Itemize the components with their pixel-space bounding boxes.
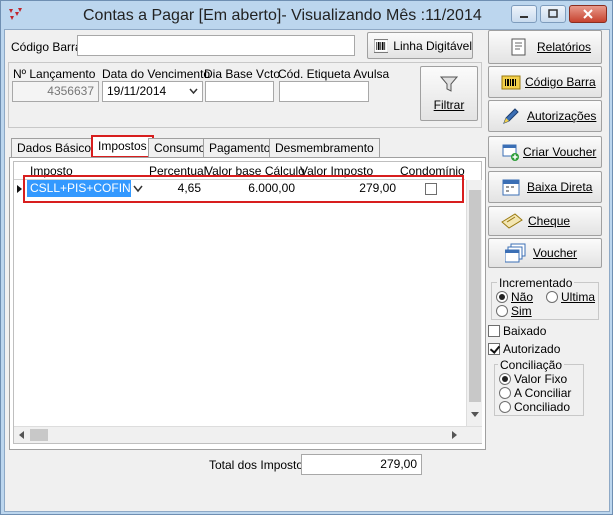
tab-desmembramento[interactable]: Desmembramento	[269, 138, 380, 158]
funnel-icon	[440, 76, 458, 92]
valor-fixo-label: Valor Fixo	[514, 372, 568, 386]
app-logo-icon	[9, 8, 22, 20]
title-bar[interactable]: Contas a Pagar [Em aberto]- Visualizando…	[1, 1, 612, 29]
voucher-icon	[505, 243, 526, 263]
radio-sim[interactable]	[496, 305, 508, 317]
incrementado-nao-radio[interactable]: Não	[496, 290, 533, 304]
tab-consumo[interactable]: Consumo	[148, 138, 212, 158]
dia-base-label: Dia Base Vcto	[204, 67, 281, 81]
autorizado-checkbox[interactable]: Autorizado	[488, 342, 560, 356]
vertical-scrollbar[interactable]	[466, 180, 482, 426]
vencimento-date-picker[interactable]: 19/11/2014	[102, 81, 203, 102]
conciliado-label: Conciliado	[514, 400, 571, 414]
etiqueta-label: Cód. Etiqueta Avulsa	[278, 67, 390, 81]
nao-label: Não	[511, 290, 534, 304]
etiqueta-input[interactable]	[279, 81, 369, 102]
baixado-check-box[interactable]	[488, 325, 500, 337]
radio-a-conciliar[interactable]	[499, 387, 511, 399]
tab-dados-basicos[interactable]: Dados Básicos	[11, 138, 104, 158]
conciliacao-valor-fixo-radio[interactable]: Valor Fixo	[499, 372, 567, 386]
barcode-icon	[374, 38, 389, 53]
autorizacoes-button[interactable]: Autorizações	[488, 100, 602, 132]
vencimento-value: 19/11/2014	[107, 84, 167, 98]
incrementado-label: Incrementado	[497, 276, 575, 290]
close-icon	[583, 9, 593, 19]
a-conciliar-label: A Conciliar	[514, 386, 572, 400]
condominio-check-box[interactable]	[425, 183, 437, 195]
vencimento-label: Data do Vencimento	[102, 67, 211, 81]
baixado-label: Baixado	[503, 324, 547, 338]
total-impostos-label: Total dos Impostos	[209, 458, 310, 472]
tab-pagamento[interactable]: Pagamento	[203, 138, 277, 158]
criar-voucher-button[interactable]: Criar Voucher	[488, 136, 602, 168]
pen-icon	[503, 108, 519, 124]
baixa-direta-label: Baixa Direta	[527, 180, 593, 194]
scroll-left-icon[interactable]	[18, 431, 24, 439]
condominio-checkbox[interactable]	[425, 182, 440, 196]
main-window: Contas a Pagar [Em aberto]- Visualizando…	[0, 0, 613, 515]
chevron-down-icon	[189, 88, 198, 95]
codigo-barra-btn-label: Código Barra	[525, 75, 596, 89]
radio-valor-fixo[interactable]	[499, 373, 511, 385]
linha-digitavel-button[interactable]: Linha Digitável	[367, 32, 473, 59]
codigo-barra-button[interactable]: Código Barra	[488, 66, 602, 98]
lancamento-label: Nº Lançamento	[13, 67, 96, 81]
valor-base-cell[interactable]: 6.000,00	[204, 180, 298, 197]
calendar-icon	[502, 179, 520, 196]
incrementado-sim-radio[interactable]: Sim	[496, 304, 532, 318]
radio-nao[interactable]	[496, 291, 508, 303]
total-impostos-value: 279,00	[301, 454, 422, 475]
baixado-checkbox[interactable]: Baixado	[488, 324, 546, 338]
autorizado-check-box[interactable]	[488, 343, 500, 355]
radio-conciliado[interactable]	[499, 401, 511, 413]
cheque-label: Cheque	[528, 214, 571, 228]
vertical-scroll-thumb[interactable]	[469, 190, 481, 402]
cheque-button[interactable]: Cheque	[488, 206, 602, 236]
imposto-dropdown-icon[interactable]	[133, 185, 143, 193]
dia-base-input[interactable]	[205, 81, 274, 102]
minimize-button[interactable]	[511, 5, 537, 23]
baixa-direta-button[interactable]: Baixa Direta	[488, 171, 602, 203]
linha-digitavel-label: Linha Digitável	[393, 38, 472, 53]
minimize-icon	[520, 16, 528, 18]
voucher-label: Voucher	[533, 246, 578, 260]
filtrar-label: Filtrar	[433, 98, 465, 112]
relatorios-label: Relatórios	[537, 40, 592, 54]
report-icon	[511, 38, 526, 56]
codigo-barra-label: Código Barra	[11, 40, 82, 54]
window-title: Contas a Pagar [Em aberto]- Visualizando…	[83, 7, 482, 24]
impostos-grid: Imposto Percentual Valor base Cálculo Va…	[13, 161, 482, 444]
scroll-right-icon[interactable]	[452, 431, 458, 439]
relatorios-button[interactable]: Relatórios	[488, 30, 602, 64]
horizontal-scrollbar[interactable]	[14, 426, 482, 443]
maximize-button[interactable]	[540, 5, 566, 23]
form-client-area: Código Barra Linha Digitável Nº Lançamen…	[4, 29, 610, 512]
lancamento-input[interactable]: 4356637	[12, 81, 99, 102]
close-button[interactable]	[569, 5, 607, 23]
barcode-folder-icon	[501, 75, 521, 90]
conciliacao-label: Conciliação	[498, 358, 565, 372]
conciliacao-a-conciliar-radio[interactable]: A Conciliar	[499, 386, 571, 400]
criar-voucher-label: Criar Voucher	[523, 145, 597, 159]
valor-imposto-cell[interactable]: 279,00	[299, 180, 399, 197]
sim-label: Sim	[511, 304, 532, 318]
filtrar-button[interactable]: Filtrar	[420, 66, 478, 121]
cheque-icon	[501, 213, 523, 229]
autorizacoes-label: Autorizações	[527, 109, 597, 123]
table-row[interactable]: CSLL+PIS+COFINS 4,65 6.000,00 279,00	[14, 162, 465, 202]
ultima-label: Ultima	[561, 290, 596, 304]
scroll-down-icon[interactable]	[471, 412, 479, 418]
conciliacao-conciliado-radio[interactable]: Conciliado	[499, 400, 570, 414]
codigo-barra-input[interactable]	[77, 35, 355, 56]
maximize-icon	[548, 9, 558, 18]
radio-ultima[interactable]	[546, 291, 558, 303]
horizontal-scroll-thumb[interactable]	[30, 429, 48, 441]
add-voucher-icon	[502, 144, 519, 161]
imposto-cell[interactable]: CSLL+PIS+COFINS	[27, 180, 139, 197]
autorizado-label: Autorizado	[503, 342, 561, 356]
percentual-cell[interactable]: 4,65	[148, 180, 204, 197]
incrementado-ultima-radio[interactable]: Ultima	[546, 290, 595, 304]
tab-impostos[interactable]: Impostos	[91, 135, 154, 158]
voucher-button[interactable]: Voucher	[488, 238, 602, 268]
